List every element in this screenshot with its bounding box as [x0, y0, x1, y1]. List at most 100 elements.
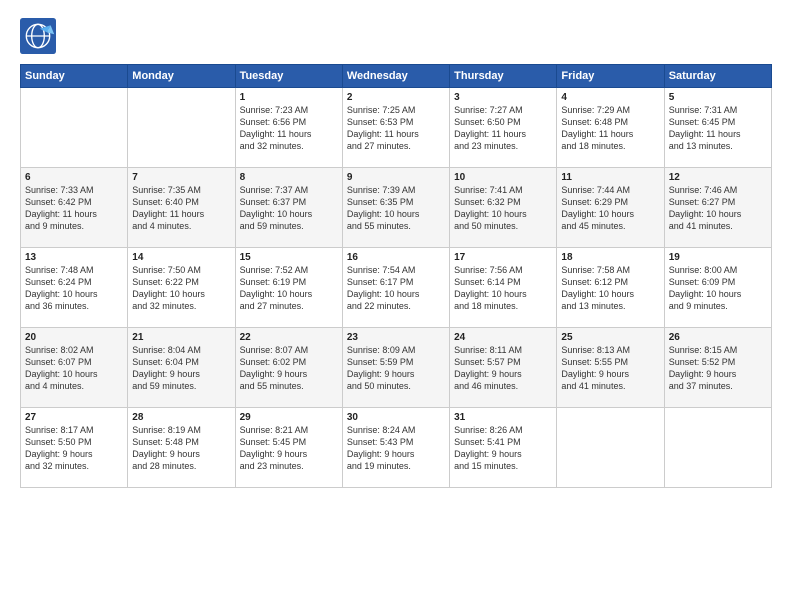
calendar-cell: 1Sunrise: 7:23 AMSunset: 6:56 PMDaylight…: [235, 88, 342, 168]
day-number: 20: [25, 332, 123, 343]
day-number: 21: [132, 332, 230, 343]
day-number: 19: [669, 252, 767, 263]
logo-icon: [20, 18, 56, 54]
day-info: Sunrise: 8:02 AMSunset: 6:07 PMDaylight:…: [25, 344, 123, 393]
calendar-cell: [128, 88, 235, 168]
day-info: Sunrise: 7:54 AMSunset: 6:17 PMDaylight:…: [347, 264, 445, 313]
day-info: Sunrise: 7:52 AMSunset: 6:19 PMDaylight:…: [240, 264, 338, 313]
day-info: Sunrise: 8:13 AMSunset: 5:55 PMDaylight:…: [561, 344, 659, 393]
day-number: 9: [347, 172, 445, 183]
calendar-cell: [557, 408, 664, 488]
day-info: Sunrise: 7:35 AMSunset: 6:40 PMDaylight:…: [132, 184, 230, 233]
calendar-cell: 14Sunrise: 7:50 AMSunset: 6:22 PMDayligh…: [128, 248, 235, 328]
day-info: Sunrise: 8:00 AMSunset: 6:09 PMDaylight:…: [669, 264, 767, 313]
day-number: 23: [347, 332, 445, 343]
calendar-cell: 25Sunrise: 8:13 AMSunset: 5:55 PMDayligh…: [557, 328, 664, 408]
day-number: 5: [669, 92, 767, 103]
header: [20, 18, 772, 54]
day-info: Sunrise: 8:19 AMSunset: 5:48 PMDaylight:…: [132, 424, 230, 473]
calendar-cell: 7Sunrise: 7:35 AMSunset: 6:40 PMDaylight…: [128, 168, 235, 248]
day-info: Sunrise: 8:24 AMSunset: 5:43 PMDaylight:…: [347, 424, 445, 473]
calendar-cell: 29Sunrise: 8:21 AMSunset: 5:45 PMDayligh…: [235, 408, 342, 488]
day-number: 11: [561, 172, 659, 183]
day-info: Sunrise: 7:48 AMSunset: 6:24 PMDaylight:…: [25, 264, 123, 313]
day-number: 31: [454, 412, 552, 423]
calendar-cell: 30Sunrise: 8:24 AMSunset: 5:43 PMDayligh…: [342, 408, 449, 488]
calendar-cell: 21Sunrise: 8:04 AMSunset: 6:04 PMDayligh…: [128, 328, 235, 408]
day-info: Sunrise: 8:15 AMSunset: 5:52 PMDaylight:…: [669, 344, 767, 393]
day-number: 18: [561, 252, 659, 263]
day-number: 24: [454, 332, 552, 343]
day-number: 12: [669, 172, 767, 183]
day-info: Sunrise: 8:07 AMSunset: 6:02 PMDaylight:…: [240, 344, 338, 393]
weekday-header-friday: Friday: [557, 65, 664, 88]
day-info: Sunrise: 8:17 AMSunset: 5:50 PMDaylight:…: [25, 424, 123, 473]
calendar-cell: 9Sunrise: 7:39 AMSunset: 6:35 PMDaylight…: [342, 168, 449, 248]
day-info: Sunrise: 7:29 AMSunset: 6:48 PMDaylight:…: [561, 104, 659, 153]
weekday-header-row: SundayMondayTuesdayWednesdayThursdayFrid…: [21, 65, 772, 88]
weekday-header-saturday: Saturday: [664, 65, 771, 88]
calendar-cell: 17Sunrise: 7:56 AMSunset: 6:14 PMDayligh…: [450, 248, 557, 328]
calendar-cell: 13Sunrise: 7:48 AMSunset: 6:24 PMDayligh…: [21, 248, 128, 328]
day-number: 22: [240, 332, 338, 343]
calendar-cell: [664, 408, 771, 488]
page: SundayMondayTuesdayWednesdayThursdayFrid…: [0, 0, 792, 612]
day-info: Sunrise: 7:23 AMSunset: 6:56 PMDaylight:…: [240, 104, 338, 153]
calendar-cell: 20Sunrise: 8:02 AMSunset: 6:07 PMDayligh…: [21, 328, 128, 408]
day-info: Sunrise: 7:25 AMSunset: 6:53 PMDaylight:…: [347, 104, 445, 153]
day-info: Sunrise: 7:58 AMSunset: 6:12 PMDaylight:…: [561, 264, 659, 313]
day-number: 29: [240, 412, 338, 423]
day-info: Sunrise: 7:31 AMSunset: 6:45 PMDaylight:…: [669, 104, 767, 153]
day-number: 27: [25, 412, 123, 423]
weekday-header-thursday: Thursday: [450, 65, 557, 88]
day-number: 13: [25, 252, 123, 263]
week-row-1: 1Sunrise: 7:23 AMSunset: 6:56 PMDaylight…: [21, 88, 772, 168]
day-number: 28: [132, 412, 230, 423]
day-number: 14: [132, 252, 230, 263]
day-number: 7: [132, 172, 230, 183]
day-number: 8: [240, 172, 338, 183]
day-number: 2: [347, 92, 445, 103]
calendar-cell: 5Sunrise: 7:31 AMSunset: 6:45 PMDaylight…: [664, 88, 771, 168]
calendar-cell: 6Sunrise: 7:33 AMSunset: 6:42 PMDaylight…: [21, 168, 128, 248]
calendar-cell: 28Sunrise: 8:19 AMSunset: 5:48 PMDayligh…: [128, 408, 235, 488]
day-info: Sunrise: 8:21 AMSunset: 5:45 PMDaylight:…: [240, 424, 338, 473]
calendar-cell: 15Sunrise: 7:52 AMSunset: 6:19 PMDayligh…: [235, 248, 342, 328]
calendar-cell: 18Sunrise: 7:58 AMSunset: 6:12 PMDayligh…: [557, 248, 664, 328]
calendar-cell: 27Sunrise: 8:17 AMSunset: 5:50 PMDayligh…: [21, 408, 128, 488]
weekday-header-sunday: Sunday: [21, 65, 128, 88]
calendar-cell: 19Sunrise: 8:00 AMSunset: 6:09 PMDayligh…: [664, 248, 771, 328]
week-row-5: 27Sunrise: 8:17 AMSunset: 5:50 PMDayligh…: [21, 408, 772, 488]
day-number: 30: [347, 412, 445, 423]
day-info: Sunrise: 7:56 AMSunset: 6:14 PMDaylight:…: [454, 264, 552, 313]
day-info: Sunrise: 7:44 AMSunset: 6:29 PMDaylight:…: [561, 184, 659, 233]
week-row-4: 20Sunrise: 8:02 AMSunset: 6:07 PMDayligh…: [21, 328, 772, 408]
calendar-cell: 10Sunrise: 7:41 AMSunset: 6:32 PMDayligh…: [450, 168, 557, 248]
weekday-header-tuesday: Tuesday: [235, 65, 342, 88]
day-info: Sunrise: 8:11 AMSunset: 5:57 PMDaylight:…: [454, 344, 552, 393]
calendar-cell: 2Sunrise: 7:25 AMSunset: 6:53 PMDaylight…: [342, 88, 449, 168]
day-info: Sunrise: 7:41 AMSunset: 6:32 PMDaylight:…: [454, 184, 552, 233]
week-row-3: 13Sunrise: 7:48 AMSunset: 6:24 PMDayligh…: [21, 248, 772, 328]
calendar-table: SundayMondayTuesdayWednesdayThursdayFrid…: [20, 64, 772, 488]
day-number: 26: [669, 332, 767, 343]
calendar-cell: 12Sunrise: 7:46 AMSunset: 6:27 PMDayligh…: [664, 168, 771, 248]
day-number: 15: [240, 252, 338, 263]
day-info: Sunrise: 7:39 AMSunset: 6:35 PMDaylight:…: [347, 184, 445, 233]
day-number: 4: [561, 92, 659, 103]
weekday-header-wednesday: Wednesday: [342, 65, 449, 88]
calendar-cell: 16Sunrise: 7:54 AMSunset: 6:17 PMDayligh…: [342, 248, 449, 328]
day-info: Sunrise: 7:46 AMSunset: 6:27 PMDaylight:…: [669, 184, 767, 233]
day-number: 25: [561, 332, 659, 343]
calendar-cell: 8Sunrise: 7:37 AMSunset: 6:37 PMDaylight…: [235, 168, 342, 248]
day-number: 6: [25, 172, 123, 183]
calendar-cell: 26Sunrise: 8:15 AMSunset: 5:52 PMDayligh…: [664, 328, 771, 408]
day-number: 17: [454, 252, 552, 263]
calendar-cell: 31Sunrise: 8:26 AMSunset: 5:41 PMDayligh…: [450, 408, 557, 488]
day-number: 10: [454, 172, 552, 183]
day-info: Sunrise: 7:33 AMSunset: 6:42 PMDaylight:…: [25, 184, 123, 233]
calendar-cell: 22Sunrise: 8:07 AMSunset: 6:02 PMDayligh…: [235, 328, 342, 408]
day-number: 3: [454, 92, 552, 103]
logo: [20, 18, 62, 54]
calendar-cell: 4Sunrise: 7:29 AMSunset: 6:48 PMDaylight…: [557, 88, 664, 168]
